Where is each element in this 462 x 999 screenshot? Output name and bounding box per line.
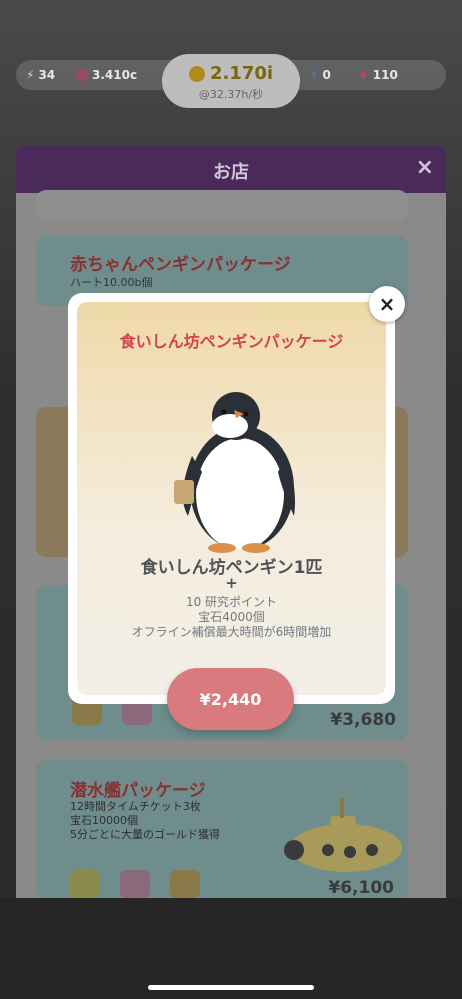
modal-content: 食いしん坊ペンギンパッケージ 食いしん坊ペンギン1匹 + 10 研究ポイント 宝… xyxy=(77,302,386,695)
package-details: 10 研究ポイント 宝石4000個 オフライン補償最大時間が6時間増加 xyxy=(77,595,386,640)
heart-counter: 3.410c xyxy=(76,66,137,84)
energy-counter: ⚡ 0 xyxy=(310,68,331,82)
modal-title: 食いしん坊ペンギンパッケージ xyxy=(119,332,344,351)
shop-card[interactable] xyxy=(36,190,408,220)
detail-line: 宝石4000個 xyxy=(198,610,265,624)
gem-counter: ♦ 110 xyxy=(358,68,398,82)
modal-close-button[interactable]: × xyxy=(369,286,405,322)
bottom-bar xyxy=(0,898,462,999)
shop-close-button[interactable]: × xyxy=(416,155,434,180)
submarine-icon xyxy=(284,798,402,872)
home-indicator[interactable] xyxy=(148,985,314,990)
price-label: ¥6,100 xyxy=(328,878,394,898)
gold-icon xyxy=(170,870,200,898)
shop-title: お店 xyxy=(213,162,249,183)
gold-counter: 2.170i @32.37h/秒 xyxy=(162,54,300,108)
buy-button[interactable]: ¥2,440 xyxy=(167,668,294,730)
lightning-icon: ⚡ xyxy=(26,68,35,82)
plus-sign: + xyxy=(225,574,238,592)
shop-header: お店 × xyxy=(16,145,446,193)
penguin-image xyxy=(174,392,295,553)
detail-line: 10 研究ポイント xyxy=(185,595,278,609)
lightning-counter: ⚡ 34 xyxy=(26,68,56,82)
coin-icon xyxy=(188,65,205,82)
price-label: ¥3,680 xyxy=(330,710,396,730)
submarine-package-card[interactable]: 潜水艦パッケージ 12時間タイムチケット3枚 宝石10000個 5分ごとに大量の… xyxy=(36,760,408,900)
detail-line: オフライン補償最大時間が6時間増加 xyxy=(131,625,332,639)
heart-icon xyxy=(76,69,88,81)
gem-icon xyxy=(120,870,150,898)
gem-icon: ♦ xyxy=(358,68,369,82)
bolt-icon: ⚡ xyxy=(310,68,319,82)
gold-rate: @32.37h/秒 xyxy=(198,88,264,101)
ticket-icon xyxy=(70,870,100,898)
package-modal: 食いしん坊ペンギンパッケージ 食いしん坊ペンギン1匹 + 10 研究ポイント 宝… xyxy=(68,293,395,704)
